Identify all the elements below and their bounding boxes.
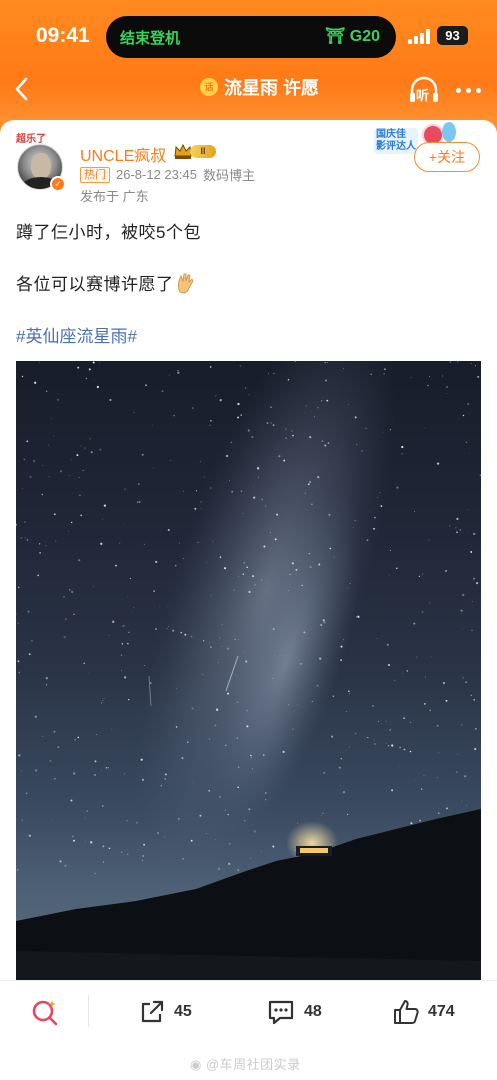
boarding-activity-label: 结束登机 bbox=[120, 30, 181, 47]
author-avatar[interactable]: 超乐了 ✓ bbox=[16, 130, 70, 192]
comment-count: 48 bbox=[304, 1003, 322, 1020]
more-options-button[interactable] bbox=[455, 86, 483, 96]
more-dot-icon bbox=[476, 88, 481, 93]
action-divider bbox=[88, 995, 89, 1027]
weibo-icon: ◉ bbox=[190, 1057, 202, 1072]
event-badge-mascot-icon bbox=[442, 122, 456, 142]
vulcan-salute-emoji-icon bbox=[177, 273, 193, 294]
starry-sky-image bbox=[16, 361, 481, 981]
topic-hashtag-link[interactable]: #英仙座流星雨# bbox=[16, 322, 137, 347]
more-dot-icon bbox=[466, 88, 471, 93]
topic-icon: 话 bbox=[200, 78, 218, 96]
status-bar: 09:41 结束登机 ⛩ G20 93 bbox=[0, 0, 497, 70]
page-title: 话 流星雨 许愿 bbox=[200, 72, 319, 102]
navigation-bar: 话 流星雨 许愿 听 bbox=[0, 62, 497, 112]
ai-search-icon bbox=[32, 1000, 58, 1026]
listen-button[interactable]: 听 bbox=[408, 76, 440, 106]
listen-label: 听 bbox=[416, 88, 430, 103]
chevron-left-icon bbox=[15, 77, 28, 101]
battery-icon: 93 bbox=[437, 26, 468, 45]
share-button[interactable]: 45 bbox=[138, 997, 192, 1027]
share-icon bbox=[141, 1000, 164, 1023]
hot-tag: 热门 bbox=[80, 166, 110, 183]
ai-search-button[interactable] bbox=[30, 997, 60, 1027]
more-dot-icon bbox=[456, 88, 461, 93]
level-label: II bbox=[190, 145, 216, 158]
post-location: 发布于 广东 bbox=[80, 189, 149, 204]
post-meta: 热门 26-8-12 23:45 数码博主 bbox=[80, 165, 255, 184]
post-photo-starry-sky[interactable] bbox=[16, 361, 481, 981]
dynamic-island-live-activity[interactable]: 结束登机 ⛩ G20 bbox=[106, 16, 396, 58]
like-button[interactable]: 474 bbox=[392, 997, 455, 1027]
share-count: 45 bbox=[174, 1003, 192, 1020]
event-badge-label: 国庆佳 影评达人 bbox=[374, 128, 418, 154]
watermark: ◉ @车周社团实录 bbox=[190, 1057, 301, 1072]
member-level-badge[interactable]: II bbox=[173, 142, 217, 160]
follow-button[interactable]: +关注 bbox=[414, 142, 480, 172]
signal-icon bbox=[408, 28, 430, 44]
flight-gate-label: ⛩ G20 bbox=[324, 28, 380, 45]
verified-icon: ✓ bbox=[50, 176, 66, 192]
thumbs-up-icon bbox=[394, 1000, 419, 1024]
comment-icon bbox=[268, 1000, 294, 1025]
like-count: 474 bbox=[428, 1003, 455, 1020]
status-time: 09:41 bbox=[36, 24, 90, 47]
author-name[interactable]: UNCLE疯叔 bbox=[80, 142, 166, 166]
page-title-text: 流星雨 许愿 bbox=[224, 78, 320, 98]
back-button[interactable] bbox=[10, 74, 36, 104]
comment-button[interactable]: 48 bbox=[266, 997, 322, 1027]
post-text-line: 各位可以赛博许愿了 bbox=[16, 270, 196, 295]
post-text-line: 蹲了仨小时，被咬5个包 bbox=[16, 223, 201, 242]
avatar-decoration: 超乐了 bbox=[16, 134, 46, 145]
post-timestamp: 26-8-12 23:45 bbox=[116, 167, 197, 182]
bottom-action-bar: 45 48 474 bbox=[0, 980, 497, 1042]
post-card: 超乐了 ✓ UNCLE疯叔 II 热门 26-8-12 23:45 数码博主 发… bbox=[0, 120, 497, 1080]
gate-icon: ⛩ bbox=[324, 28, 346, 45]
author-title: 数码博主 bbox=[202, 168, 255, 183]
